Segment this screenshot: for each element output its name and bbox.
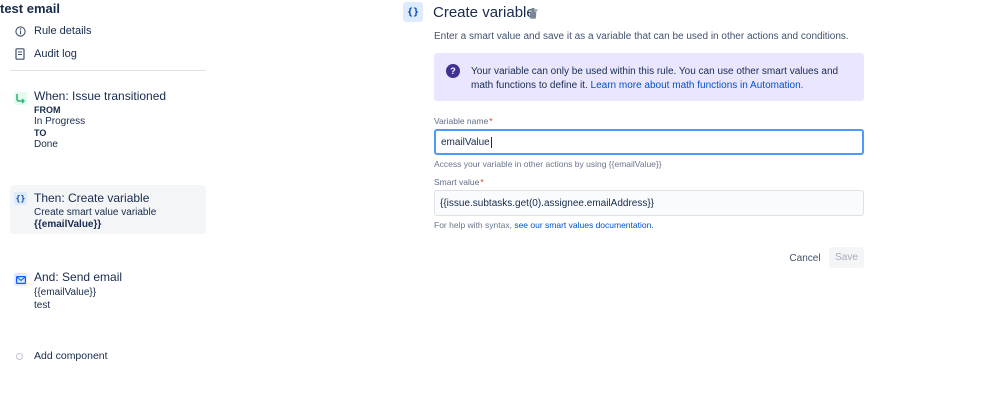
create-variable-step[interactable]: {} Then: Create variable Create smart va… — [10, 185, 206, 234]
create-variable-subtitle: Create smart value variable — [34, 207, 157, 218]
send-email-line1: {{emailValue}} — [34, 287, 97, 298]
create-variable-title: Then: Create variable — [34, 191, 150, 205]
trash-icon[interactable] — [528, 6, 538, 19]
send-email-title: And: Send email — [34, 270, 123, 284]
question-icon: ? — [446, 64, 460, 78]
braces-icon: {} — [403, 2, 423, 22]
create-variable-value: {{emailValue}} — [34, 219, 102, 230]
info-message: ? Your variable can only be used within … — [434, 53, 864, 101]
sidebar-divider — [10, 70, 206, 71]
panel-title: Create variable — [433, 4, 535, 21]
mail-icon — [14, 273, 27, 286]
variable-name-input[interactable]: emailValue — [434, 129, 864, 155]
info-text: Your variable can only be used within th… — [471, 66, 839, 91]
info-icon — [14, 25, 26, 37]
rule-details-link[interactable]: Rule details — [14, 25, 91, 37]
add-component-label: Add component — [34, 350, 108, 362]
cancel-button[interactable]: Cancel — [785, 249, 825, 267]
trigger-from-label: FROM — [34, 105, 61, 115]
trigger-step[interactable]: When: Issue transitioned FROM In Progres… — [10, 89, 206, 153]
audit-log-link[interactable]: Audit log — [14, 48, 77, 60]
rule-details-label: Rule details — [34, 25, 92, 37]
panel-description: Enter a smart value and save it as a var… — [434, 31, 849, 42]
add-component-dot-icon — [16, 352, 23, 360]
send-email-line2: test — [34, 300, 51, 311]
transition-icon — [14, 92, 27, 105]
smart-value-label: Smart value* — [434, 177, 484, 187]
trigger-to-value: Done — [34, 139, 58, 150]
add-component-button[interactable]: Add component — [16, 350, 108, 362]
math-functions-link[interactable]: Learn more about math functions in Autom… — [591, 80, 804, 91]
save-button[interactable]: Save — [829, 247, 864, 268]
variable-name-help: Access your variable in other actions by… — [434, 159, 662, 169]
trigger-title: When: Issue transitioned — [34, 89, 167, 103]
send-email-step[interactable]: And: Send email {{emailValue}} test — [10, 270, 206, 314]
smart-values-docs-link[interactable]: see our smart values documentation. — [514, 220, 653, 230]
document-icon — [14, 48, 26, 60]
variable-name-label: Variable name* — [434, 116, 493, 126]
trigger-to-label: TO — [34, 128, 47, 138]
trigger-from-value: In Progress — [34, 116, 86, 127]
rule-title: test email — [0, 1, 60, 16]
audit-log-label: Audit log — [34, 48, 77, 60]
braces-icon: {} — [14, 192, 27, 205]
smart-value-help: For help with syntax, see our smart valu… — [434, 220, 654, 230]
smart-value-input[interactable]: {{issue.subtasks.get(0).assignee.emailAd… — [434, 190, 864, 216]
